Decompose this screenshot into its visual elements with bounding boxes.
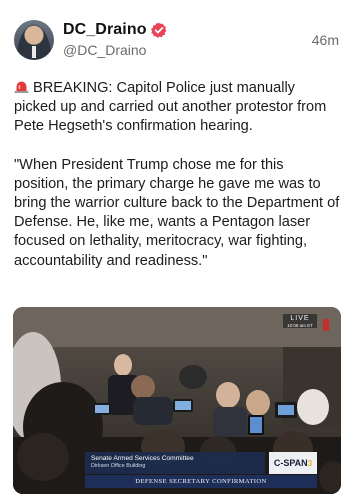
post-paragraph: "When President Trump chose me for this … — [14, 156, 340, 269]
post-header: DC_Draino @DC_Draino 46m — [14, 18, 339, 62]
siren-icon — [14, 81, 29, 93]
chyron: DEFENSE SECRETARY CONFIRMATION — [85, 475, 317, 488]
live-time: 10:09 am ET — [287, 323, 313, 328]
post-timestamp[interactable]: 46m — [312, 32, 339, 48]
author-handle[interactable]: @DC_Draino — [63, 42, 146, 58]
post-paragraph-text: BREAKING: Capitol Police just manually p… — [14, 80, 327, 135]
live-badge: LIVE 10:09 am ET — [283, 314, 317, 328]
verified-badge-icon — [150, 22, 166, 38]
live-label: LIVE — [290, 315, 310, 322]
lower-third-line2: Dirksen Office Building — [91, 463, 146, 469]
lower-third: Senate Armed Services Committee Dirksen … — [85, 452, 265, 474]
post-text: BREAKING: Capitol Police just manually p… — [14, 79, 340, 271]
network-number: 3 — [307, 459, 313, 468]
network-logo: C-SPAN3 — [269, 452, 317, 474]
video-thumbnail[interactable]: LIVE 10:09 am ET Senate Armed Services C… — [13, 307, 341, 494]
author-name-row[interactable]: DC_Draino — [63, 20, 167, 40]
network-name: C-SPAN — [273, 458, 308, 468]
display-name[interactable]: DC_Draino — [63, 21, 147, 39]
post-paragraph: BREAKING: Capitol Police just manually p… — [14, 79, 340, 137]
lower-third-line1: Senate Armed Services Committee — [91, 455, 194, 462]
avatar[interactable] — [14, 20, 54, 60]
